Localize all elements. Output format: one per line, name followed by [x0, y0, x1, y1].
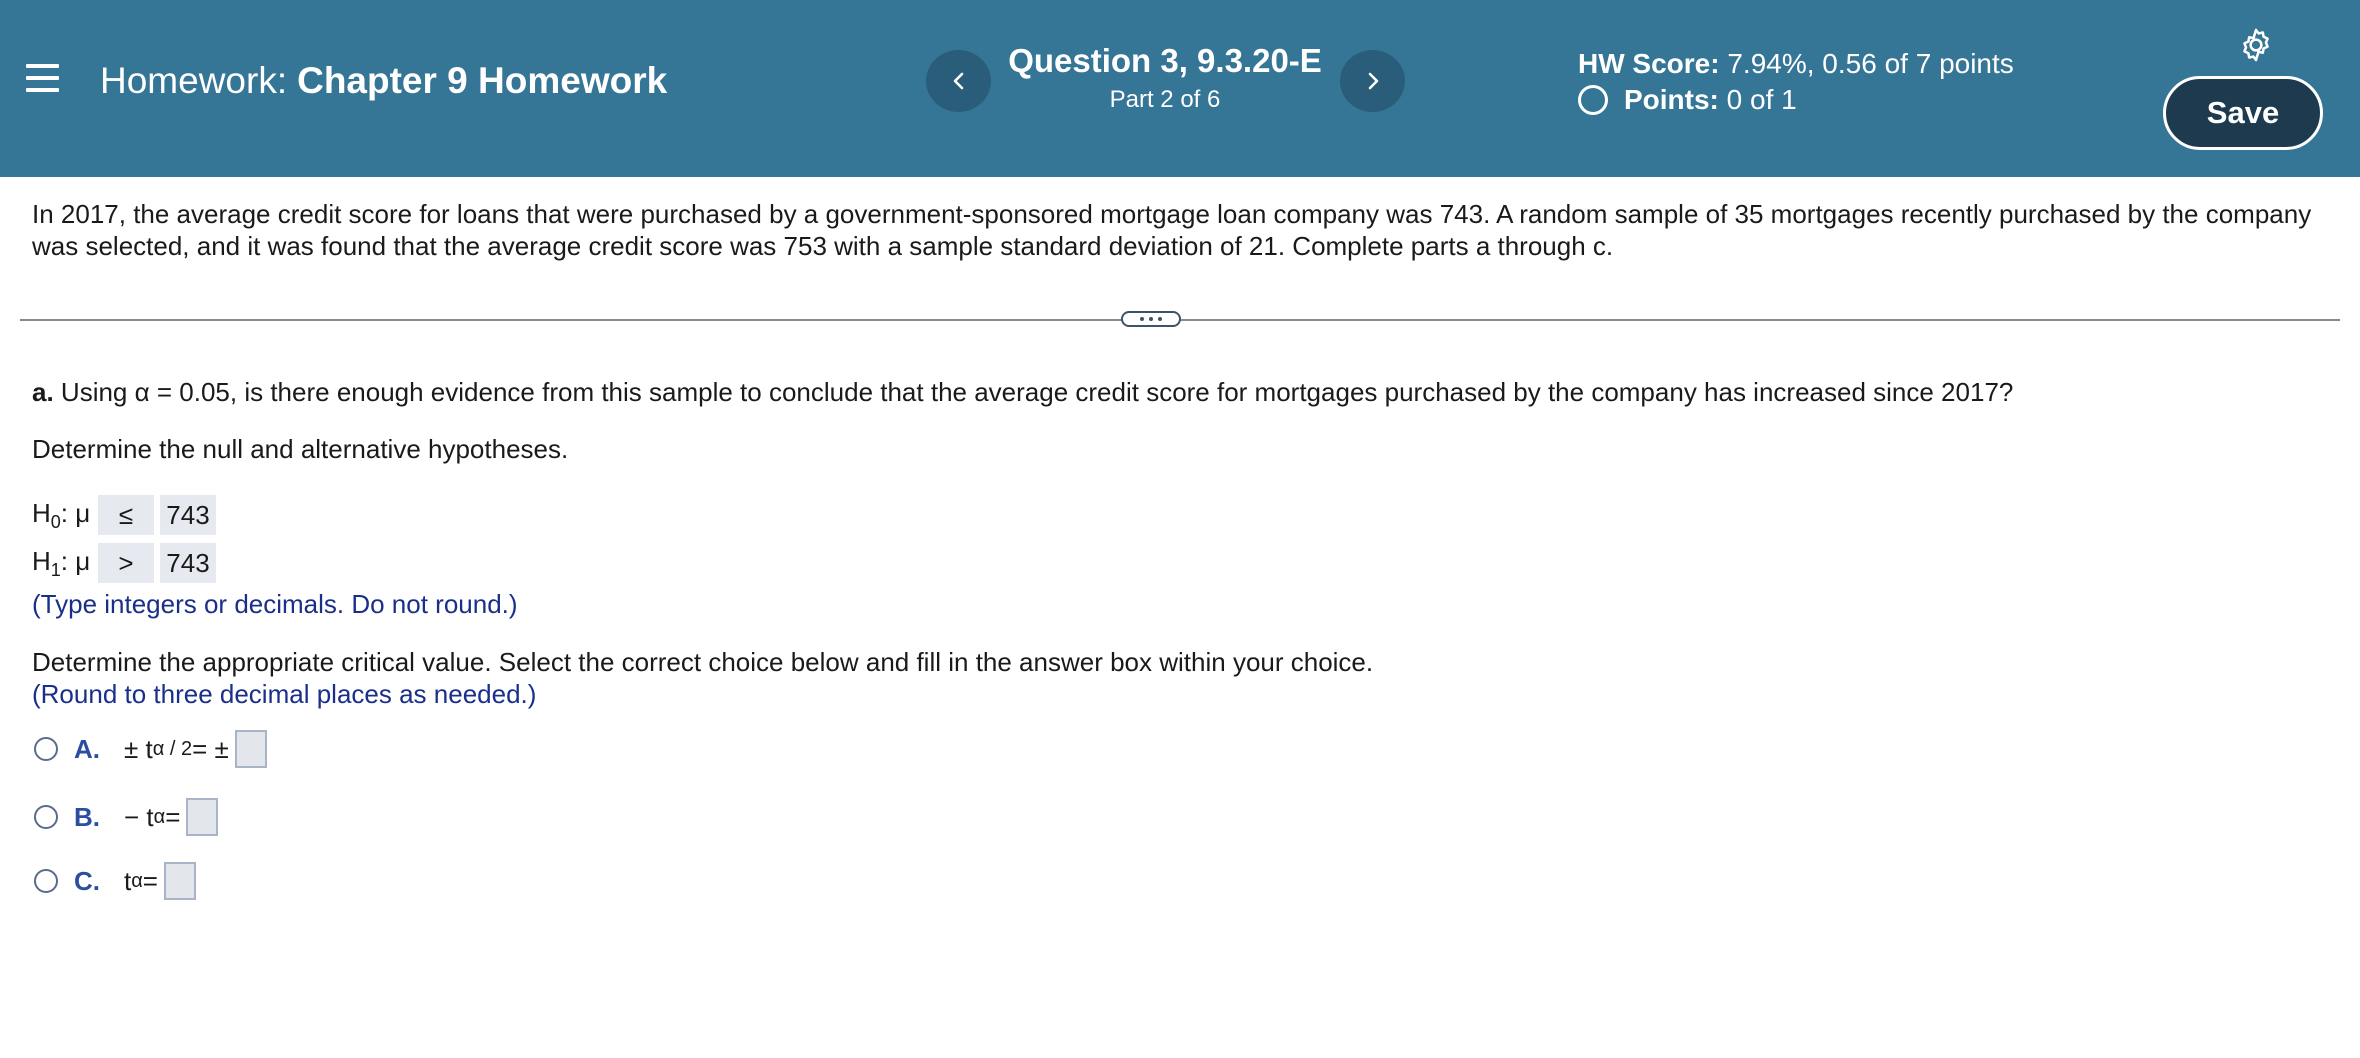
choice-letter: C. [74, 865, 100, 896]
formula-prefix: t [124, 865, 132, 896]
formula-subscript: α / 2 [152, 737, 193, 760]
hypotheses-hint: (Type integers or decimals. Do not round… [32, 589, 518, 619]
previous-question-button[interactable] [926, 50, 991, 112]
part-a-text: Using α = 0.05, is there enough evidence… [60, 377, 2014, 407]
next-question-button[interactable] [1340, 50, 1405, 112]
h0-label: H0: μ [32, 498, 98, 533]
h0-label-main: H [32, 497, 51, 528]
formula-prefix: − t [124, 801, 154, 832]
hw-score-value: 7.94%, 0.56 of 7 points [1727, 48, 2014, 79]
circle-icon [1578, 85, 1608, 115]
question-part: Part 2 of 6 [1109, 86, 1221, 113]
radio-button[interactable] [34, 805, 58, 829]
choice-letter: A. [74, 733, 100, 764]
choice-b[interactable]: B. − tα = [34, 794, 219, 840]
save-button[interactable]: Save [2163, 76, 2323, 150]
formula-suffix: = [165, 801, 181, 832]
answer-input[interactable] [186, 798, 219, 836]
panel-resize-handle[interactable] [1121, 311, 1181, 327]
hw-score: HW Score: 7.94%, 0.56 of 7 points [1578, 48, 2014, 80]
h1-label-rest: : μ [60, 545, 91, 576]
hypotheses-prompt: Determine the null and alternative hypot… [32, 434, 569, 464]
h0-operator-select[interactable]: ≤ [98, 495, 154, 535]
points: Points: 0 of 1 [1578, 84, 1797, 116]
formula-subscript: α [153, 805, 166, 828]
h1-label-sub: 1 [50, 559, 61, 580]
formula-prefix: ± t [124, 733, 153, 764]
question-id: Question 3, 9.3.20-E [1008, 42, 1322, 79]
formula-suffix: = ± [192, 733, 229, 764]
h0-label-sub: 0 [50, 511, 61, 532]
chevron-right-icon [1368, 72, 1378, 90]
homework-title: Homework: Chapter 9 Homework [100, 60, 667, 102]
answer-input[interactable] [234, 730, 267, 768]
part-a-label: a. [32, 377, 54, 407]
hw-score-label: HW Score: [1578, 48, 1720, 79]
answer-input[interactable] [163, 862, 196, 900]
radio-button[interactable] [34, 737, 58, 761]
choice-c[interactable]: C. tα = [34, 858, 196, 904]
h0-value-input[interactable]: 743 [160, 495, 216, 535]
part-a-question: a. Using α = 0.05, is there enough evide… [32, 376, 2013, 408]
null-hypothesis: H0: μ ≤ 743 [32, 495, 222, 535]
alternative-hypothesis: H1: μ > 743 [32, 543, 222, 583]
menu-icon[interactable] [26, 62, 59, 94]
problem-statement: In 2017, the average credit score for lo… [32, 199, 2312, 261]
points-value: 0 of 1 [1726, 84, 1797, 115]
h1-label-main: H [32, 545, 51, 576]
formula-suffix: = [142, 865, 158, 896]
formula-subscript: α [131, 869, 143, 892]
radio-button[interactable] [34, 869, 58, 893]
choice-formula: tα = [124, 862, 196, 900]
choice-formula: ± tα / 2 = ± [124, 730, 267, 768]
points-label: Points: [1624, 84, 1719, 115]
h0-label-rest: : μ [60, 497, 91, 528]
choice-a[interactable]: A. ± tα / 2 = ± [34, 726, 267, 772]
h1-operator-select[interactable]: > [98, 543, 154, 583]
critical-value-hint: (Round to three decimal places as needed… [32, 679, 537, 709]
homework-name: Chapter 9 Homework [297, 60, 668, 101]
choice-formula: − tα = [124, 798, 219, 836]
h1-label: H1: μ [32, 546, 98, 581]
top-bar: Homework: Chapter 9 Homework Question 3, … [0, 0, 2360, 177]
homework-prefix: Homework: [100, 60, 288, 101]
choice-letter: B. [74, 801, 100, 832]
critical-value-prompt: Determine the appropriate critical value… [32, 647, 1374, 677]
gear-icon[interactable] [2237, 26, 2275, 64]
chevron-left-icon [953, 72, 963, 90]
h1-value-input[interactable]: 743 [160, 543, 216, 583]
